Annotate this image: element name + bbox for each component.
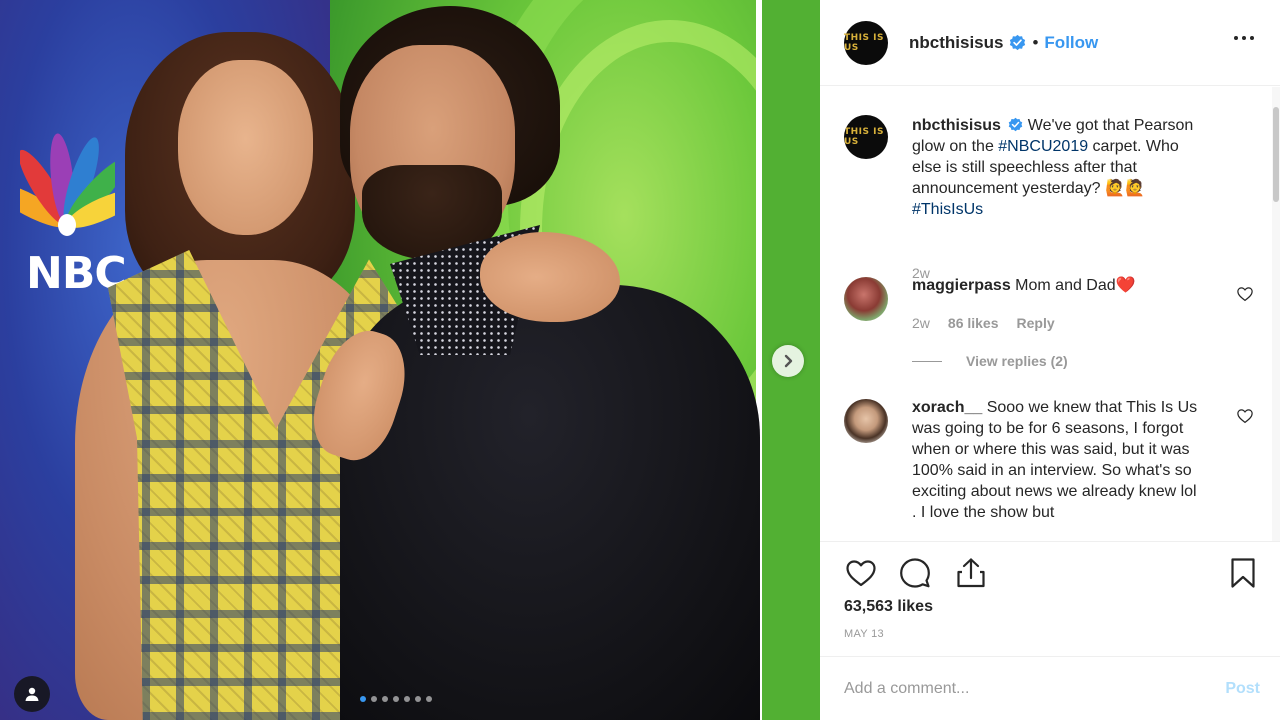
post-header: THIS IS US nbcthisisus • Follow <box>820 0 1280 86</box>
carousel-dot <box>426 696 432 702</box>
replies-divider <box>912 360 942 362</box>
caption-avatar[interactable]: THIS IS US <box>844 115 888 159</box>
comment-age[interactable]: 2w <box>912 315 930 331</box>
comments-scrollbar[interactable] <box>1272 87 1280 541</box>
man-sweater <box>340 285 760 720</box>
more-dot-icon <box>1242 36 1246 40</box>
likes-count[interactable]: 63,563 likes <box>844 598 933 616</box>
like-heart-icon[interactable] <box>844 556 878 590</box>
comment-text: maggierpass Mom and Dad❤️ <box>912 275 1212 296</box>
avatar-logo-text: THIS IS US <box>844 32 884 53</box>
post-photo[interactable]: NBC <box>0 0 820 720</box>
caption-entry: THIS IS US nbcthisisus We've got that Pe… <box>844 115 1254 281</box>
carousel-dot <box>371 696 377 702</box>
carousel-dot <box>404 696 410 702</box>
verified-badge-icon <box>1010 34 1026 51</box>
carousel-indicator <box>360 696 432 702</box>
comment-username[interactable]: maggierpass <box>912 277 1011 294</box>
comment-input[interactable] <box>844 679 1226 698</box>
post-actions-bar <box>844 556 1256 592</box>
comment-avatar[interactable] <box>844 399 888 443</box>
post-date[interactable]: MAY 13 <box>844 628 884 640</box>
carousel-dot <box>415 696 421 702</box>
woman-face <box>178 60 313 235</box>
view-replies-label: View replies (2) <box>966 353 1068 369</box>
bookmark-icon[interactable] <box>1226 556 1260 590</box>
comment-avatar[interactable] <box>844 277 888 321</box>
carousel-next-button[interactable] <box>772 345 804 377</box>
carousel-dot <box>393 696 399 702</box>
tagged-users-button[interactable] <box>14 676 50 712</box>
more-dot-icon <box>1250 36 1254 40</box>
caption-text: nbcthisisus We've got that Pearson glow … <box>912 115 1212 220</box>
chevron-right-icon <box>784 354 793 368</box>
comment-text: xorach__ Sooo we knew that This Is Us wa… <box>912 397 1202 523</box>
add-comment-bar: Post <box>820 656 1280 720</box>
follow-button[interactable]: Follow <box>1044 33 1098 53</box>
comment-username[interactable]: xorach__ <box>912 399 982 416</box>
post-side-panel: THIS IS US nbcthisisus • Follow THIS IS … <box>820 0 1280 720</box>
account-avatar[interactable]: THIS IS US <box>844 20 888 65</box>
hashtag-link[interactable]: #ThisIsUs <box>912 201 983 218</box>
nbc-peacock-logo <box>20 133 115 236</box>
header-username[interactable]: nbcthisisus <box>909 33 1003 53</box>
verified-badge-icon <box>1009 117 1023 132</box>
comment-entry: xorach__ Sooo we knew that This Is Us wa… <box>844 397 1254 541</box>
reply-button[interactable]: Reply <box>1017 315 1055 331</box>
heart-outline-icon[interactable] <box>1236 407 1254 425</box>
comment-bubble-icon[interactable] <box>898 556 932 590</box>
user-icon <box>25 687 39 701</box>
caption-username[interactable]: nbcthisisus <box>912 117 1001 134</box>
more-options-button[interactable] <box>1232 30 1256 46</box>
carousel-dot <box>360 696 366 702</box>
comment-entry: maggierpass Mom and Dad❤️ 2w 86 likes Re… <box>844 277 1254 377</box>
view-replies-button[interactable]: View replies (2) <box>912 353 1068 369</box>
avatar-logo-text: THIS IS US <box>844 127 884 147</box>
comment-body: Mom and Dad❤️ <box>1010 277 1136 294</box>
comments-list[interactable]: THIS IS US nbcthisisus We've got that Pe… <box>820 87 1280 542</box>
share-icon[interactable] <box>954 556 988 590</box>
comment-meta: 2w 86 likes Reply <box>912 315 1055 331</box>
comment-likes[interactable]: 86 likes <box>948 315 999 331</box>
carousel-dot <box>382 696 388 702</box>
hashtag-link[interactable]: #NBCU2019 <box>998 138 1088 155</box>
comments-scrollbar-thumb[interactable] <box>1273 107 1279 202</box>
heart-outline-icon[interactable] <box>1236 285 1254 303</box>
more-dot-icon <box>1234 36 1238 40</box>
comment-body: Sooo we knew that This Is Us was going t… <box>912 399 1198 521</box>
post-comment-button[interactable]: Post <box>1225 680 1260 698</box>
header-separator: • <box>1032 32 1039 52</box>
